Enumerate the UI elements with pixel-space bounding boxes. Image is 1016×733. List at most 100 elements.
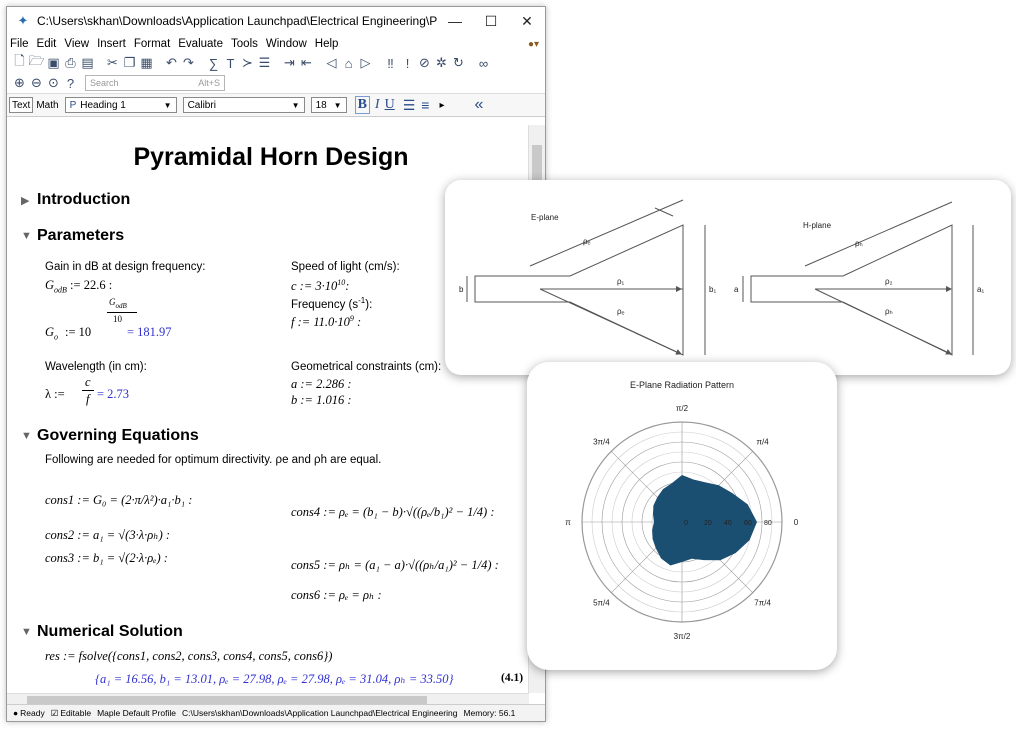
tab-text[interactable]: Text <box>9 97 34 113</box>
execute-all-icon[interactable]: ‼ <box>382 56 399 71</box>
help-icon[interactable]: ? <box>62 76 79 91</box>
list-icon[interactable]: ☰ <box>256 55 273 71</box>
geometry-label: Geometrical constraints (cm): <box>291 361 442 373</box>
undo-icon[interactable]: ↶ <box>163 55 180 71</box>
angle-tick-label: π <box>565 518 571 527</box>
cons5-equation[interactable]: cons5 := ρₕ = (a₁ − a)·√((ρₕ/a₁)² − 1/4)… <box>291 557 499 573</box>
italic-button[interactable]: I <box>375 97 380 113</box>
new-doc-icon[interactable]: 🗋 <box>11 52 28 74</box>
label-b: b <box>459 285 464 294</box>
prompt-icon[interactable]: ≻ <box>239 55 256 71</box>
fsolve-command[interactable]: res := fsolve({cons1, cons2, cons3, cons… <box>45 649 332 664</box>
frequency-definition[interactable]: f := 11.0·109 : <box>291 314 361 330</box>
menu-window[interactable]: Window <box>266 38 307 50</box>
font-select[interactable]: Calibri ▼ <box>182 97 305 113</box>
section-numerical[interactable]: ▼ Numerical Solution <box>21 623 183 641</box>
redo-icon[interactable]: ↷ <box>180 55 197 71</box>
cons3-equation[interactable]: cons3 := b₁ = √(2·λ·ρₑ) : <box>45 551 168 566</box>
outdent-icon[interactable]: ⇤ <box>298 55 315 71</box>
execute-icon[interactable]: ! <box>399 56 416 71</box>
align-left-icon[interactable]: ☰ <box>403 97 416 114</box>
expand-arrow-icon[interactable]: ▶ <box>21 194 37 207</box>
label-b1: b₁ <box>709 285 716 294</box>
radial-tick-label: 80 <box>764 520 772 527</box>
indent-icon[interactable]: ⇥ <box>281 55 298 71</box>
collapse-arrow-icon[interactable]: ▼ <box>21 430 37 442</box>
font-value: Calibri <box>187 99 216 111</box>
close-button[interactable]: ✕ <box>509 13 545 30</box>
home-icon[interactable]: ⌂ <box>340 56 357 71</box>
print-icon[interactable]: ⎙ <box>62 55 79 71</box>
menu-view[interactable]: View <box>64 38 89 50</box>
zoom-in-icon[interactable]: ⊕ <box>11 75 28 91</box>
cons4-equation[interactable]: cons4 := ρₑ = (b₁ − b)·√((ρₑ/b₁)² − 1/4)… <box>291 505 495 520</box>
tab-math[interactable]: Math <box>36 100 58 111</box>
copy-icon[interactable]: ❐ <box>121 55 138 71</box>
debug-icon[interactable]: ✲ <box>433 55 450 71</box>
cons1-equation[interactable]: cons1 := G₀ = (2·π/λ²)·a₁·b₁ : <box>45 493 192 508</box>
gain-definition[interactable]: GodB := 22.6 : <box>45 278 112 295</box>
gain-subscript: odB <box>54 285 67 295</box>
open-icon[interactable]: 🗁 <box>28 52 45 74</box>
menu-file[interactable]: File <box>10 38 29 50</box>
align-center-icon[interactable]: ≡ <box>421 97 429 113</box>
link-icon[interactable]: ∞ <box>475 56 492 71</box>
cons2-equation[interactable]: cons2 := a₁ = √(3·λ·ρₕ) : <box>45 527 170 543</box>
page-title: Pyramidal Horn Design <box>133 143 409 171</box>
preview-icon[interactable]: ▤ <box>79 55 96 71</box>
menu-evaluate[interactable]: Evaluate <box>178 38 223 50</box>
menu-tools[interactable]: Tools <box>231 38 258 50</box>
b-definition[interactable]: b := 1.016 : <box>291 393 352 408</box>
restart-icon[interactable]: ↻ <box>450 55 467 71</box>
paste-icon[interactable]: ▦ <box>138 55 155 71</box>
g-exponent-num: GodB <box>109 297 127 310</box>
save-icon[interactable]: ▣ <box>45 55 62 71</box>
back-icon[interactable]: ◁ <box>323 55 340 71</box>
cut-icon[interactable]: ✂ <box>104 55 121 71</box>
search-input[interactable]: Search Alt+S <box>85 75 225 91</box>
section-governing[interactable]: ▼ Governing Equations <box>21 427 199 445</box>
collapse-arrow-icon[interactable]: ▼ <box>21 230 37 242</box>
hplane-title: H-plane <box>803 221 832 230</box>
menu-help[interactable]: Help <box>315 38 339 50</box>
label-a1: a₁ <box>977 285 984 294</box>
lambda-den: f <box>86 392 90 406</box>
angle-tick-label: π/4 <box>757 437 770 446</box>
scroll-thumb[interactable] <box>27 696 427 704</box>
g-definition[interactable]: Go := 10 GodB 10 = 181.97 <box>45 297 245 342</box>
collapse-button[interactable]: « <box>474 96 483 114</box>
section-heading: Numerical Solution <box>37 623 183 640</box>
stop-icon[interactable]: ⊘ <box>416 55 433 71</box>
menu-format[interactable]: Format <box>134 38 170 50</box>
underline-button[interactable]: U <box>385 97 395 113</box>
section-parameters[interactable]: ▼ Parameters <box>21 227 124 245</box>
zoom-reset-icon[interactable]: ⊙ <box>45 75 62 91</box>
a-definition[interactable]: a := 2.286 : <box>291 377 352 392</box>
collapse-arrow-icon[interactable]: ▼ <box>21 626 37 638</box>
forward-icon[interactable]: ▷ <box>357 55 374 71</box>
lambda-result: = 2.73 <box>97 387 130 401</box>
minimize-button[interactable]: — <box>437 13 473 29</box>
lambda-definition[interactable]: λ := c f = 2.73 <box>45 375 165 409</box>
math-icon[interactable]: ∑ <box>205 56 222 71</box>
label-rho-e: ρₑ <box>583 237 591 246</box>
maximize-button[interactable]: ☐ <box>473 13 509 30</box>
menu-insert[interactable]: Insert <box>97 38 126 50</box>
polar-chart: E-Plane Radiation Pattern 0 π/4 π/2 3π/4 π 5π… <box>565 380 799 641</box>
status-profile: Maple Default Profile <box>97 708 176 718</box>
menu-edit[interactable]: Edit <box>37 38 57 50</box>
bold-button[interactable]: B <box>354 96 370 114</box>
section-introduction[interactable]: ▶ Introduction <box>21 191 130 209</box>
text-icon[interactable]: T <box>222 56 239 71</box>
size-select[interactable]: 18 ▼ <box>310 97 347 113</box>
more-icon[interactable]: ▸ <box>439 100 444 111</box>
zoom-out-icon[interactable]: ⊖ <box>28 75 45 91</box>
radial-tick-label: 40 <box>724 520 732 527</box>
cons6-equation[interactable]: cons6 := ρₑ = ρₕ : <box>291 587 382 603</box>
user-avatar-icon[interactable]: ●▾ <box>528 39 539 50</box>
speed-definition[interactable]: c := 3·1010: <box>291 278 349 294</box>
horn-diagram-card: E-plane ρₑ ρ₁ ρₑ b b₁ H-plane ρₕ ρ₂ ρₕ a… <box>445 180 1011 375</box>
style-select[interactable]: P Heading 1 ▼ <box>64 97 177 113</box>
editable-checkbox[interactable]: ☑ <box>51 708 59 719</box>
frequency-label: Frequency (s-1): <box>291 296 373 311</box>
